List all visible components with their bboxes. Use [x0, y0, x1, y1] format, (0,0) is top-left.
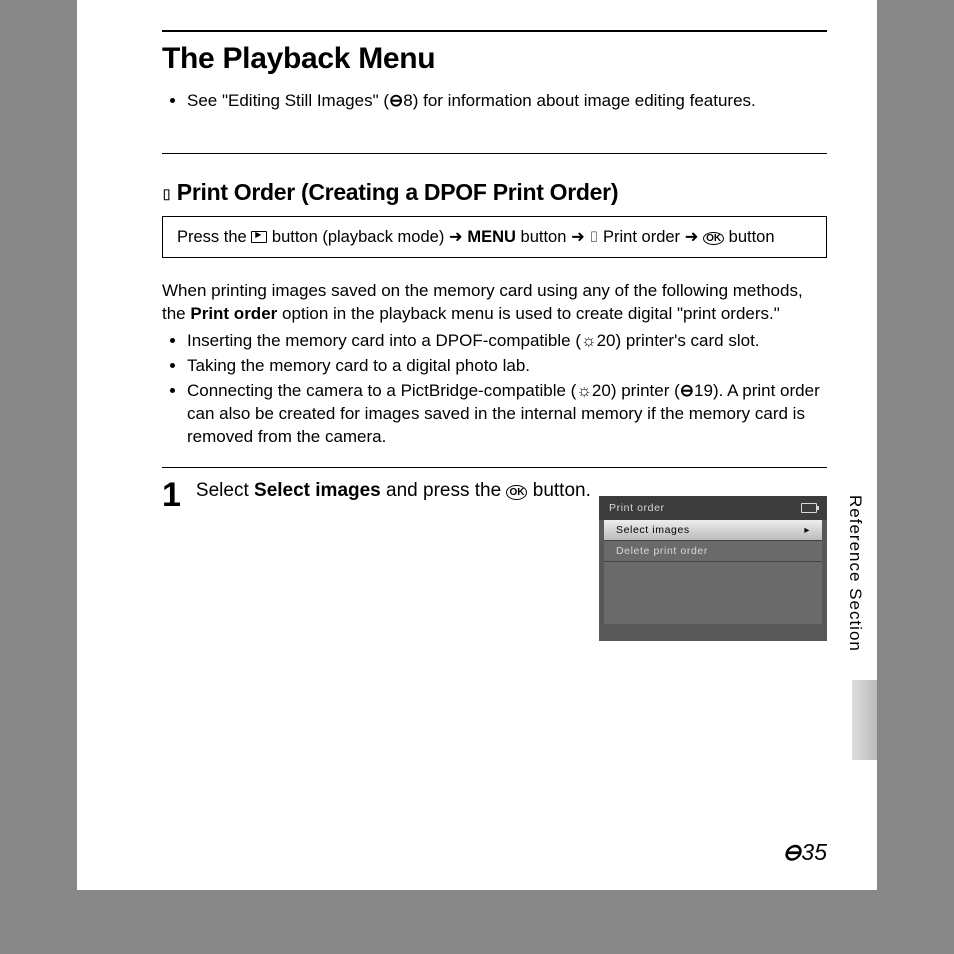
page-num-value: 35: [801, 839, 827, 865]
list-item: Inserting the memory card into a DPOF-co…: [187, 330, 827, 353]
item-label: Delete print order: [616, 545, 708, 557]
ref-num: 8: [403, 91, 412, 110]
text: Press the: [177, 228, 251, 246]
text: option in the playback menu is used to c…: [277, 304, 780, 323]
menu-label: MENU: [467, 228, 516, 246]
reference-icon: ⊖: [680, 380, 694, 403]
body-paragraph: When printing images saved on the memory…: [162, 280, 827, 326]
heading-text: Print Order (Creating a DPOF Print Order…: [177, 179, 618, 205]
arrow-icon: ➜: [571, 228, 585, 246]
page-number: ⊖35: [782, 839, 827, 866]
text: Print order: [603, 228, 685, 246]
intro-bullet: See "Editing Still Images" (⊖8) for info…: [187, 90, 827, 113]
page-title: The Playback Menu: [162, 42, 827, 76]
reference-icon: ⊖: [782, 839, 801, 866]
camera-screenshot: Print order Select images ▸ Delete print…: [599, 496, 827, 641]
print-order-icon: ⌷: [589, 229, 598, 246]
playback-icon: [251, 231, 267, 243]
ref-num: 19: [694, 381, 713, 400]
arrow-icon: ➜: [449, 228, 463, 246]
ref-num: 20: [592, 381, 611, 400]
section-heading: ⌷ Print Order (Creating a DPOF Print Ord…: [162, 179, 827, 206]
battery-icon: [801, 503, 817, 513]
text: button.: [527, 480, 590, 501]
screenshot-header: Print order: [599, 496, 827, 520]
text: Connecting the camera to a PictBridge-co…: [187, 381, 576, 400]
text: and press the: [381, 480, 507, 501]
text: button: [729, 228, 775, 246]
ok-button-icon: OK: [703, 232, 724, 245]
spec-icon: ☼: [581, 330, 597, 353]
reference-icon: ⊖: [389, 90, 403, 113]
screenshot-item-select-images: Select images ▸: [604, 520, 822, 541]
text: button: [521, 228, 571, 246]
screenshot-item-delete-print-order: Delete print order: [604, 541, 822, 562]
arrow-icon: ➜: [685, 228, 699, 246]
text: See "Editing Still Images" (: [187, 91, 389, 110]
text: ) printer's card slot.: [616, 331, 760, 350]
list-item: Connecting the camera to a PictBridge-co…: [187, 380, 827, 449]
list-item: Taking the memory card to a digital phot…: [187, 355, 827, 378]
side-section-label: Reference Section: [845, 495, 865, 652]
item-label: Select images: [616, 524, 690, 536]
ref-num: 20: [597, 331, 616, 350]
spec-icon: ☼: [576, 380, 592, 403]
print-order-bold: Print order: [190, 304, 277, 323]
text: Inserting the memory card into a DPOF-co…: [187, 331, 581, 350]
ok-button-icon: OK: [506, 485, 527, 501]
side-tab: [852, 680, 877, 760]
screenshot-title: Print order: [609, 502, 665, 514]
print-order-icon: ⌷: [162, 187, 171, 204]
chevron-right-icon: ▸: [804, 525, 810, 536]
text: Select: [196, 480, 254, 501]
navigation-path-box: Press the button (playback mode) ➜ MENU …: [162, 216, 827, 258]
text: button (playback mode): [272, 228, 449, 246]
step-number: 1: [162, 478, 181, 512]
text: ) printer (: [611, 381, 680, 400]
text: ) for information about image editing fe…: [413, 91, 756, 110]
select-images-bold: Select images: [254, 480, 381, 501]
